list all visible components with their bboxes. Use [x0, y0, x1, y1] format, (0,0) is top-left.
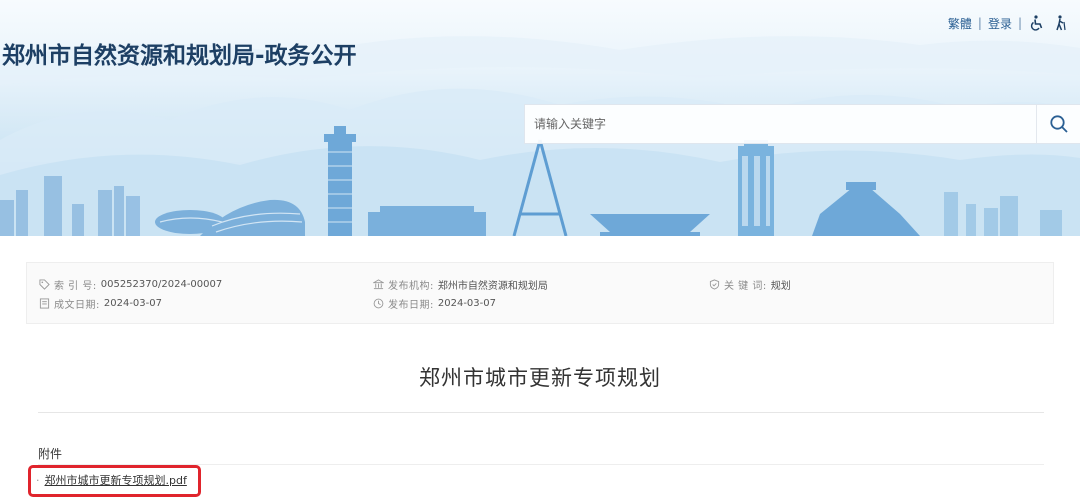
meta-label: 成文日期: — [54, 300, 100, 311]
meta-value: 005252370/2024-00007 — [100, 279, 223, 290]
article-title: 郑州市城市更新专项规划 — [419, 366, 661, 390]
meta-keywords: 关 键 词: 规划 — [709, 277, 791, 292]
search-input[interactable] — [525, 105, 1036, 143]
institution-icon — [373, 279, 384, 290]
meta-label: 关 键 词: — [724, 281, 767, 292]
meta-label: 发布日期: — [388, 300, 434, 311]
meta-issuer: 发布机构: 郑州市自然资源和规划局 — [373, 277, 548, 292]
meta-label: 发布机构: — [388, 281, 434, 292]
attachments-heading: 附件 — [38, 447, 63, 461]
shield-check-icon — [709, 279, 720, 290]
search-box — [524, 104, 1080, 144]
header-banner: 郑州市自然资源和规划局-政务公开 繁體 | 登录 | — [0, 0, 1080, 236]
meta-value: 规划 — [770, 281, 791, 292]
separator: | — [977, 16, 982, 30]
tag-icon — [39, 279, 50, 290]
meta-value: 2024-03-07 — [437, 298, 496, 309]
site-title: 郑州市自然资源和规划局-政务公开 — [2, 43, 357, 69]
top-utility-links: 繁體 | 登录 | — [948, 14, 1070, 32]
document-meta-panel: 索 引 号: 005252370/2024-00007 成文日期: 2024-0… — [26, 262, 1054, 324]
wheelchair-icon[interactable] — [1028, 14, 1046, 32]
meta-published-date: 发布日期: 2024-03-07 — [373, 296, 496, 311]
elderly-icon[interactable] — [1052, 14, 1070, 32]
login-link[interactable]: 登录 — [988, 15, 1012, 32]
highlight-annotation-box — [28, 465, 201, 497]
separator: | — [1017, 16, 1022, 30]
search-button[interactable] — [1036, 105, 1080, 143]
search-icon — [1049, 115, 1068, 133]
meta-index-number: 索 引 号: 005252370/2024-00007 — [39, 277, 222, 292]
document-icon — [39, 298, 50, 309]
meta-value: 2024-03-07 — [103, 298, 162, 309]
traditional-chinese-link[interactable]: 繁體 — [948, 15, 972, 32]
divider — [38, 412, 1044, 413]
meta-value: 郑州市自然资源和规划局 — [437, 281, 548, 292]
clock-icon — [373, 298, 384, 309]
meta-created-date: 成文日期: 2024-03-07 — [39, 296, 162, 311]
meta-label: 索 引 号: — [54, 281, 97, 292]
